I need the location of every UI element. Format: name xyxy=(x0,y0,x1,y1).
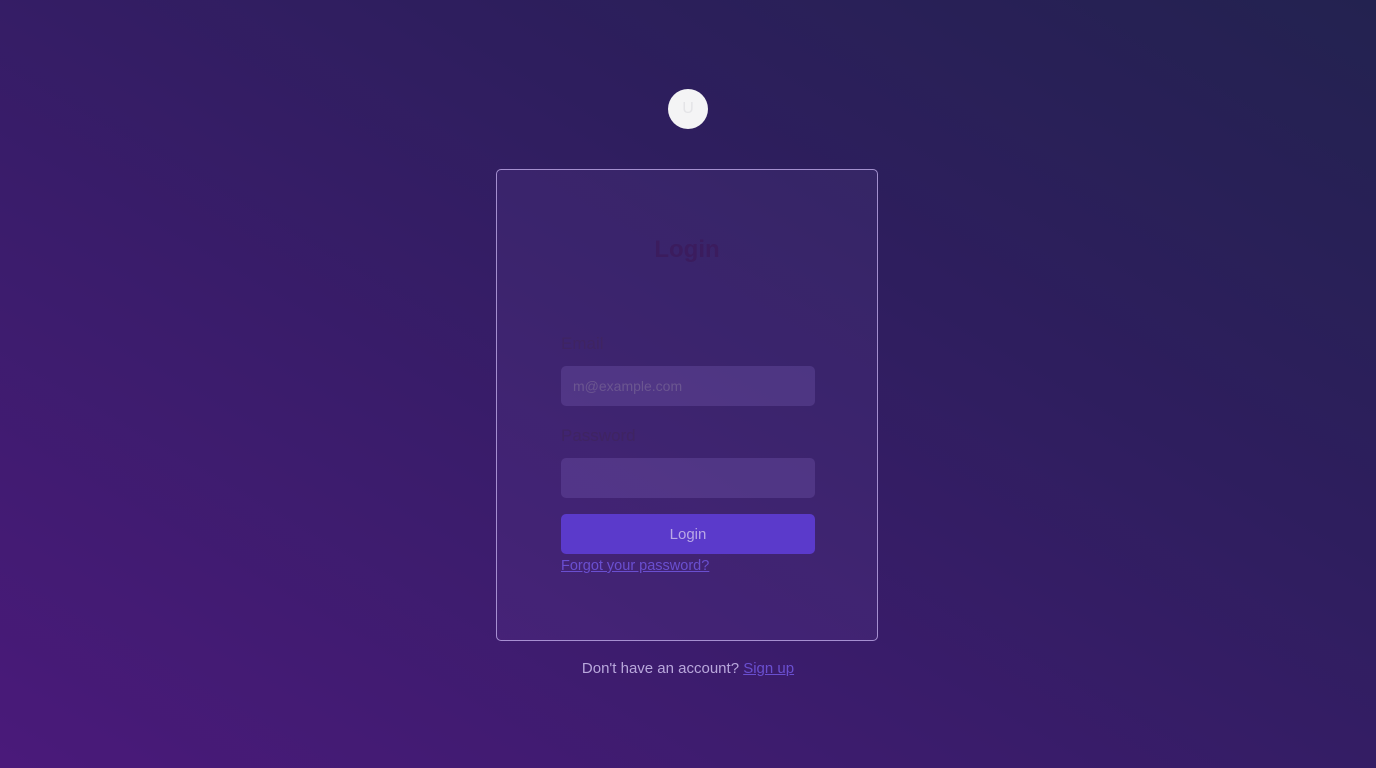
login-title: Login xyxy=(654,236,720,263)
email-label: Email xyxy=(561,334,604,353)
login-button[interactable]: Login xyxy=(561,514,815,554)
password-field[interactable] xyxy=(561,458,815,498)
email-field[interactable] xyxy=(561,366,815,406)
login-card: Login Email Password Login Forgot your p… xyxy=(496,169,878,641)
forgot-password-link[interactable]: Forgot your password? xyxy=(561,558,709,574)
password-label: Password xyxy=(561,426,636,445)
signup-prompt-text: Don't have an account? xyxy=(581,660,740,677)
signup-link[interactable]: Sign up xyxy=(743,660,794,677)
user-avatar: U xyxy=(668,89,708,129)
avatar-initial: U xyxy=(682,100,694,117)
signup-prompt: Don't have an account? Sign up xyxy=(0,660,1376,677)
